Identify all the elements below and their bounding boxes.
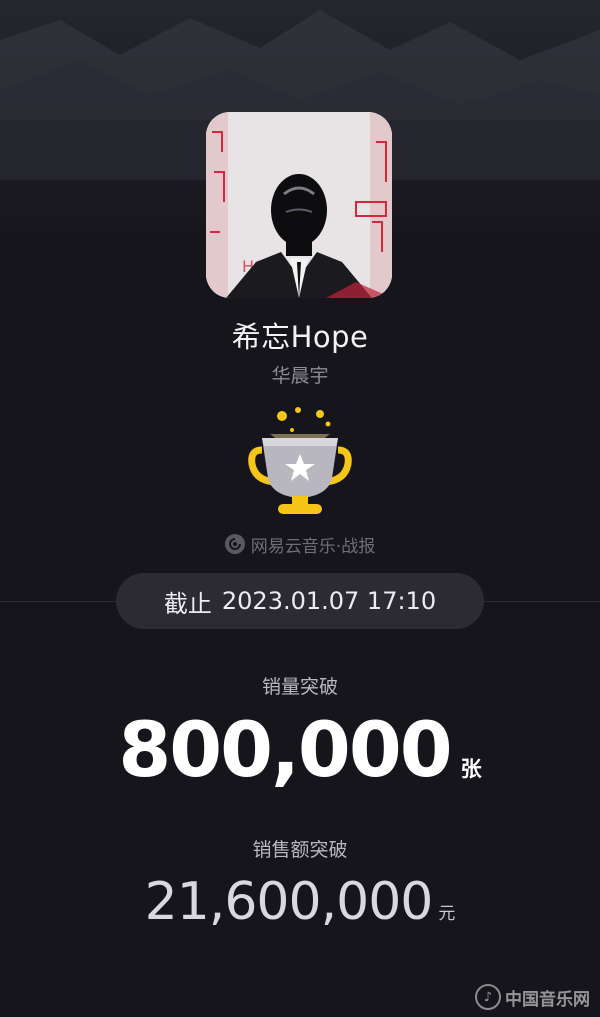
trophy-icon <box>240 402 360 526</box>
artist-name[interactable]: 华晨宇 <box>0 361 600 388</box>
date-prefix: 截止 <box>163 589 212 618</box>
revenue-label: 销售额突破 <box>252 839 348 861</box>
album-cover[interactable]: HOPE <box>206 112 392 298</box>
album-cover-art: HOPE <box>206 112 392 298</box>
brand-text: 网易云音乐·战报 <box>250 536 376 557</box>
sales-figure: 800,000 张 <box>0 705 600 805</box>
brand-line: 网易云音乐·战报 <box>0 531 600 557</box>
music-note-icon: ♪ <box>475 984 501 1010</box>
netease-music-icon <box>224 534 245 554</box>
sales-unit: 张 <box>460 757 482 781</box>
sales-value: 800,000 <box>118 705 452 794</box>
watermark: ♪ 中国音乐网 <box>475 982 590 1012</box>
revenue-unit: 元 <box>438 904 456 924</box>
album-title: 希忘Hope <box>231 320 369 354</box>
revenue-figure: 21,600,000 元 <box>0 872 600 942</box>
revenue-value: 21,600,000 <box>144 872 434 932</box>
date-pill: 截止 2023.01.07 17:10 <box>116 573 484 629</box>
sales-label: 销量突破 <box>261 676 338 698</box>
report-date: 2023.01.07 17:10 <box>221 587 437 615</box>
watermark-text: 中国音乐网 <box>505 989 590 1010</box>
